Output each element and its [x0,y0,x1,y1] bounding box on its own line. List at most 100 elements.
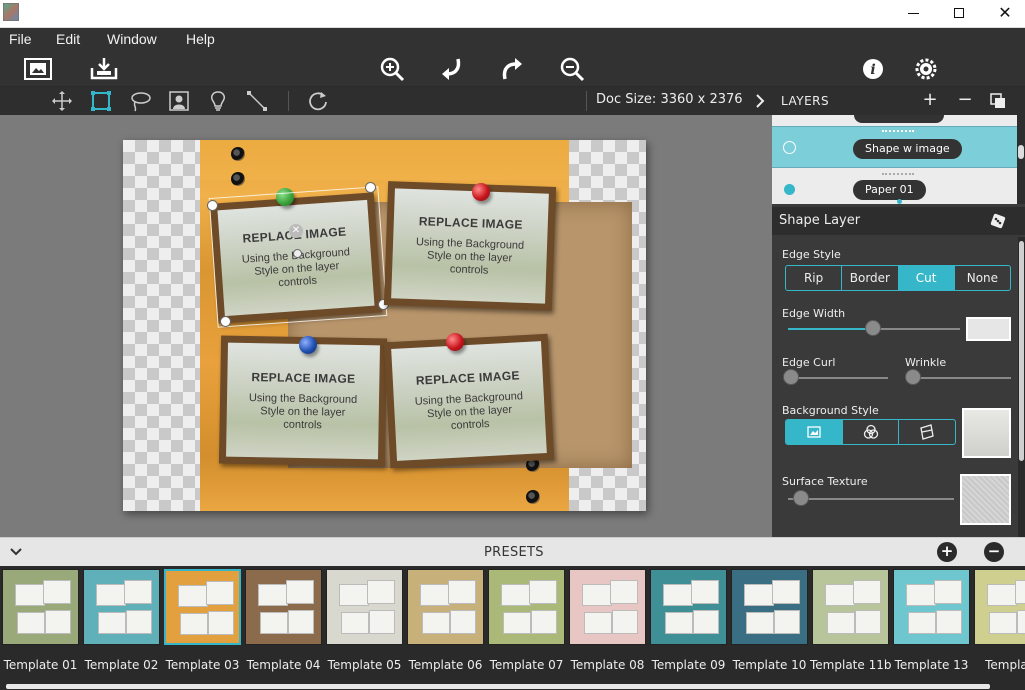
layer-visibility-toggle[interactable] [784,184,795,195]
surface-texture-slider-knob[interactable] [793,490,809,506]
photo-placeholder[interactable]: REPLACE IMAGE Using the Background Style… [391,188,549,304]
photo-frame-3[interactable]: REPLACE IMAGE Using the Background Style… [218,335,388,467]
surface-texture-slider-track[interactable] [788,498,954,500]
preset-thumbnail[interactable] [974,569,1025,645]
randomize-dice-icon[interactable] [989,212,1007,230]
bg-style-pattern-button[interactable] [899,420,955,444]
edge-color-swatch[interactable] [966,317,1011,341]
preset-item[interactable]: Template 09 [648,566,729,672]
edge-width-slider-knob[interactable] [865,320,881,336]
resize-handle[interactable] [365,182,376,193]
edge-style-none[interactable]: None [955,266,1010,290]
document-canvas[interactable]: REPLACE IMAGE Using the Background Style… [123,140,646,511]
add-layer-button[interactable]: + [919,90,941,112]
preset-item[interactable]: Template 07 [486,566,567,672]
preset-thumbnail[interactable] [650,569,727,645]
preset-item[interactable]: Template 05 [324,566,405,672]
undo-icon[interactable] [438,56,466,82]
preset-thumbnail[interactable] [569,569,646,645]
preset-item[interactable]: Template 06 [405,566,486,672]
photo-placeholder[interactable]: REPLACE IMAGE Using the Background Style… [391,341,547,461]
edge-style-border[interactable]: Border [842,266,899,290]
photo-placeholder[interactable]: REPLACE IMAGE Using the Background Style… [226,342,380,460]
menu-file[interactable]: File [9,31,32,47]
bg-style-image-button[interactable] [786,420,843,444]
duplicate-layer-icon[interactable] [990,93,1006,109]
layer-visibility-toggle[interactable] [783,141,796,154]
eyelet [231,172,245,186]
menu-edit[interactable]: Edit [56,31,80,47]
rotate-icon[interactable] [307,90,329,112]
open-image-icon[interactable] [24,56,52,82]
redo-icon[interactable] [498,56,526,82]
layer-list[interactable]: Shape w image Paper 01 [772,115,1017,204]
canvas-workspace[interactable]: REPLACE IMAGE Using the Background Style… [0,115,772,537]
preset-thumbnail[interactable] [407,569,484,645]
scrollbar-thumb[interactable] [1019,241,1024,461]
lasso-icon[interactable] [129,90,151,112]
maximize-button[interactable] [936,0,982,28]
photo-frame-4[interactable]: REPLACE IMAGE Using the Background Style… [383,333,555,469]
info-icon[interactable]: i [859,56,887,82]
layer-row[interactable]: Shape w image [772,126,1017,168]
preset-item[interactable]: Template 10 [729,566,810,672]
background-style-preview[interactable] [962,408,1011,458]
drag-grip[interactable] [882,130,914,132]
layer-row[interactable]: Paper 01 [772,170,1017,204]
bg-style-blend-button[interactable] [843,420,900,444]
presets-scrollbar[interactable] [6,684,990,689]
scrollbar-thumb[interactable] [1018,145,1024,159]
preset-item[interactable]: Template 02 [81,566,162,672]
preset-item[interactable]: Template [972,566,1025,672]
chevron-down-icon[interactable] [9,546,23,558]
edge-style-cut[interactable]: Cut [898,266,955,290]
drag-grip[interactable] [882,173,914,175]
remove-layer-button[interactable]: − [954,90,976,112]
edge-curl-slider-knob[interactable] [783,369,799,385]
preset-item[interactable]: Template 01 [0,566,81,672]
wrinkle-slider-knob[interactable] [905,369,921,385]
preset-thumbnail[interactable] [812,569,889,645]
wrinkle-slider-track[interactable] [909,377,1011,379]
preset-item[interactable]: Template 03 [162,566,243,672]
remove-preset-button[interactable]: − [984,542,1004,562]
photo-frame-2[interactable]: REPLACE IMAGE Using the Background Style… [383,181,557,311]
chevron-right-icon[interactable] [752,91,768,111]
resize-handle[interactable] [207,200,218,211]
portrait-icon[interactable] [168,90,190,112]
close-button[interactable]: ✕ [982,0,1025,28]
preset-thumbnail[interactable] [893,569,970,645]
preset-thumbnail[interactable] [326,569,403,645]
rect-select-icon[interactable] [90,90,112,112]
preset-thumbnail[interactable] [2,569,79,645]
thumbnail-card [853,580,881,604]
settings-icon[interactable] [912,56,940,82]
zoom-in-icon[interactable] [378,56,406,82]
preset-thumbnail[interactable] [488,569,565,645]
preset-item[interactable]: Template 08 [567,566,648,672]
preset-thumbnail[interactable] [731,569,808,645]
properties-scrollbar[interactable] [1018,237,1025,537]
resize-handle[interactable] [220,316,231,327]
preset-thumbnail[interactable] [164,569,241,645]
preset-item[interactable]: Template 11b [810,566,891,672]
preset-thumbnail[interactable] [245,569,322,645]
save-icon[interactable] [90,56,118,82]
delete-shape-icon[interactable]: ✕ [289,224,303,238]
menu-window[interactable]: Window [107,31,157,47]
preset-thumbnail[interactable] [83,569,160,645]
preset-item[interactable]: Template 13 [891,566,972,672]
preset-item[interactable]: Template 04 [243,566,324,672]
edge-curl-slider-track[interactable] [788,377,888,379]
add-preset-button[interactable]: + [937,542,957,562]
minimize-button[interactable] [890,0,936,28]
edge-style-rip[interactable]: Rip [786,266,843,290]
layer-scrollbar[interactable] [1017,115,1025,204]
bulb-icon[interactable] [207,90,229,112]
line-icon[interactable] [246,90,268,112]
surface-texture-swatch[interactable] [960,474,1011,525]
menu-help[interactable]: Help [186,31,215,47]
rotate-handle[interactable] [293,249,302,258]
move-icon[interactable] [51,90,73,112]
zoom-out-icon[interactable] [558,56,586,82]
